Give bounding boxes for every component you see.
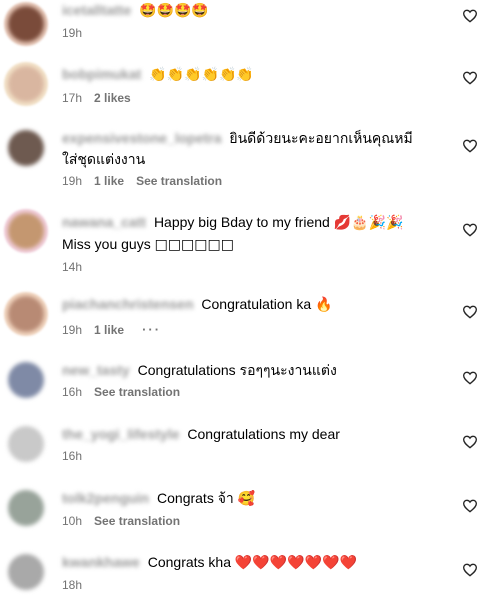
comment-text: Congrats kha — [147, 554, 231, 570]
comment-time: 19h — [62, 322, 83, 337]
comment-time: 16h — [62, 385, 83, 399]
heart-icon[interactable] — [462, 138, 478, 154]
comment-username[interactable]: kwankhawe — [62, 554, 140, 570]
avatar[interactable] — [8, 362, 44, 398]
see-translation-button[interactable]: See translation — [136, 174, 222, 188]
comment-text: Congratulations my dear — [187, 426, 340, 442]
see-translation-button[interactable]: See translation — [94, 385, 180, 399]
heart-icon[interactable] — [462, 498, 478, 514]
comment-time: 18h — [62, 578, 83, 592]
comment-text: Congratulations รอๆๆนะงานแต่ง — [137, 362, 337, 378]
heart-icon[interactable] — [462, 370, 478, 386]
comment-text-cont: Miss you guys — [62, 236, 151, 252]
comment-likes[interactable]: 2 likes — [94, 91, 131, 105]
avatar[interactable] — [8, 296, 44, 332]
see-translation-button[interactable]: See translation — [94, 514, 180, 528]
comment-username[interactable]: the_yogi_lifestyle — [62, 426, 180, 442]
comment-text: Congratulation ka — [201, 296, 312, 312]
heart-icon[interactable] — [462, 304, 478, 320]
comment-username[interactable]: new_tasty — [62, 362, 130, 378]
heart-icon[interactable] — [462, 562, 478, 578]
comment-likes[interactable]: 1 like — [94, 174, 124, 188]
comment-username[interactable]: nawana_catt — [62, 214, 146, 230]
heart-icon[interactable] — [462, 434, 478, 450]
avatar[interactable] — [8, 554, 44, 590]
avatar[interactable] — [8, 490, 44, 526]
heart-icon[interactable] — [462, 222, 478, 238]
avatar[interactable] — [8, 213, 44, 249]
comment-username[interactable]: tolk2penguin — [62, 490, 149, 506]
comment-emoji: ❤️❤️❤️❤️❤️❤️❤️ — [234, 555, 357, 571]
comment-emoji: 🔥 — [315, 297, 333, 313]
comment-username[interactable]: icetalltatte — [62, 2, 131, 18]
avatar[interactable] — [8, 130, 44, 166]
comment-time: 10h — [62, 514, 83, 528]
comment-emoji: 🥰 — [237, 491, 256, 507]
comment-likes[interactable]: 1 like — [94, 323, 124, 337]
comment-time: 17h — [62, 91, 83, 105]
avatar[interactable] — [8, 6, 44, 42]
comment-emoji: 👏👏👏👏👏👏 — [149, 67, 254, 83]
comment-list: icetalltatte 🤩🤩🤩🤩 19h bobpimukat 👏👏👏👏👏👏 … — [0, 0, 488, 609]
avatar[interactable] — [8, 66, 44, 102]
comment-text: Congrats จ้า — [157, 490, 234, 506]
comment-username[interactable]: bobpimukat — [62, 66, 141, 82]
comment-time: 19h — [62, 26, 83, 40]
comment-emoji-boxes: □□□□□□ — [154, 237, 234, 253]
comment-time: 16h — [62, 449, 83, 463]
more-options-icon[interactable]: ··· — [142, 322, 161, 337]
avatar[interactable] — [8, 426, 44, 462]
comment-emoji: 💋🎂🎉🎉 — [333, 215, 404, 231]
comment-text: Happy big Bday to my friend — [153, 214, 330, 230]
comment-emoji: 🤩🤩🤩🤩 — [139, 3, 209, 19]
comment-username[interactable]: expensivestone_lopetra — [62, 130, 222, 146]
comment-username[interactable]: piachanchristensen — [62, 296, 194, 312]
comment-time: 14h — [62, 260, 83, 274]
heart-icon[interactable] — [462, 8, 478, 24]
comment-time: 19h — [62, 174, 83, 188]
heart-icon[interactable] — [462, 70, 478, 86]
